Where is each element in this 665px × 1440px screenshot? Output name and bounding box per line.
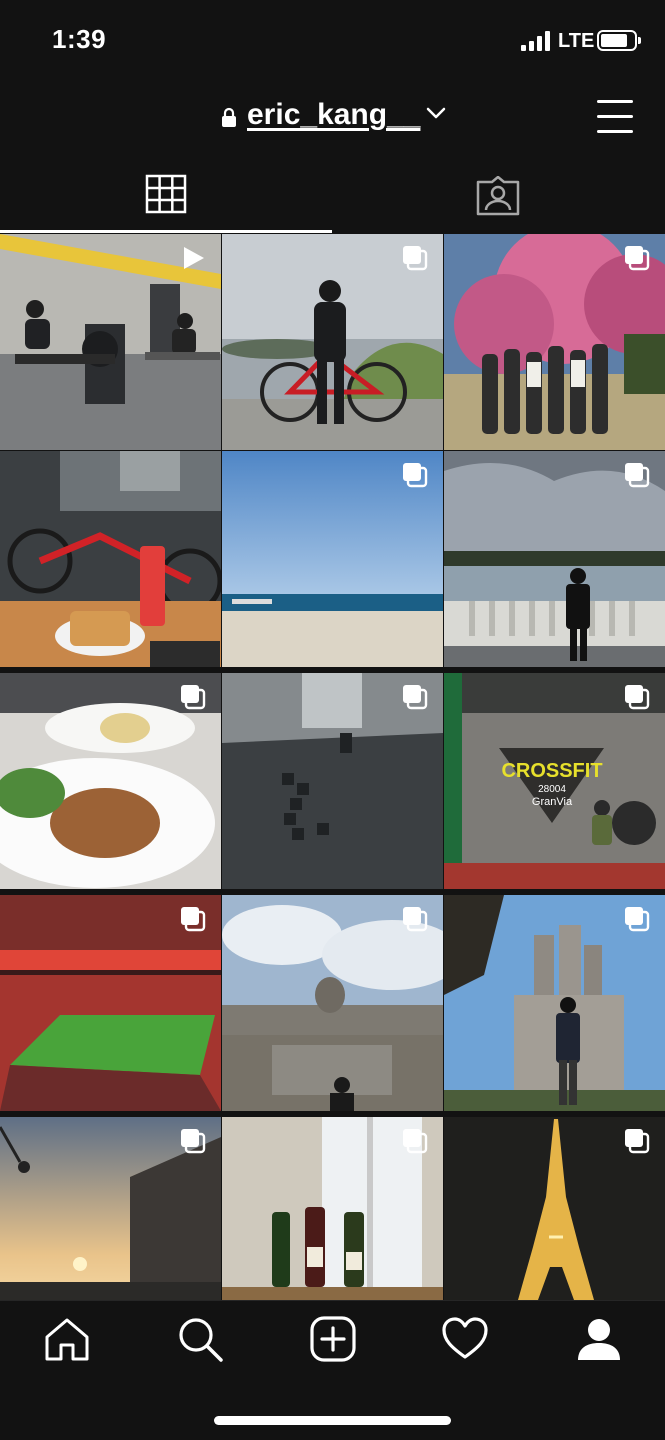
post-thumbnail[interactable] xyxy=(444,895,665,1111)
home-icon[interactable] xyxy=(43,1315,91,1363)
profile-tabs xyxy=(0,165,665,233)
carousel-icon xyxy=(181,685,206,710)
home-indicator xyxy=(214,1416,451,1425)
post-thumbnail[interactable] xyxy=(222,1117,443,1300)
carousel-icon xyxy=(403,1129,428,1154)
grid-icon[interactable] xyxy=(145,174,187,214)
carousel-icon xyxy=(403,463,428,488)
post-thumbnail[interactable] xyxy=(222,673,443,889)
post-thumbnail[interactable]: CROSSFIT 28004 GranVia xyxy=(444,673,665,889)
carousel-icon xyxy=(403,685,428,710)
plus-square-icon[interactable] xyxy=(309,1315,357,1363)
carousel-icon xyxy=(625,907,650,932)
carousel-icon xyxy=(625,1129,650,1154)
carousel-icon xyxy=(625,463,650,488)
profile-icon[interactable] xyxy=(575,1315,623,1363)
post-thumbnail[interactable] xyxy=(0,895,221,1111)
network-type: LTE xyxy=(558,30,595,52)
post-thumbnail[interactable] xyxy=(0,451,221,667)
chevron-down-icon[interactable] xyxy=(426,106,446,120)
status-time: 1:39 xyxy=(52,24,107,54)
lock-icon xyxy=(222,107,236,127)
carousel-icon xyxy=(625,685,650,710)
status-bar: 1:39 LTE xyxy=(0,0,665,80)
reel-icon xyxy=(184,247,204,269)
carousel-icon xyxy=(403,246,428,271)
hamburger-menu-icon[interactable] xyxy=(597,100,633,133)
search-icon[interactable] xyxy=(176,1315,224,1363)
battery-icon xyxy=(597,30,641,51)
heart-icon[interactable] xyxy=(441,1315,489,1363)
post-thumbnail[interactable] xyxy=(0,234,221,450)
post-thumbnail[interactable] xyxy=(222,234,443,450)
signal-icon xyxy=(521,31,553,51)
active-tab-indicator xyxy=(0,230,332,233)
username-switcher[interactable]: eric_kang__ xyxy=(247,98,420,132)
crossfit-location-text: GranVia xyxy=(532,796,573,808)
carousel-icon xyxy=(403,907,428,932)
tagged-person-icon[interactable] xyxy=(476,176,520,216)
post-thumbnail[interactable] xyxy=(0,673,221,889)
post-thumbnail[interactable] xyxy=(222,451,443,667)
carousel-icon xyxy=(625,246,650,271)
post-thumbnail[interactable] xyxy=(444,451,665,667)
crossfit-number-text: 28004 xyxy=(538,784,566,795)
post-thumbnail[interactable] xyxy=(222,895,443,1111)
post-image xyxy=(0,451,221,667)
post-thumbnail[interactable] xyxy=(444,234,665,450)
post-thumbnail[interactable] xyxy=(444,1117,665,1300)
post-thumbnail[interactable] xyxy=(0,1117,221,1300)
crossfit-sign-text: CROSSFIT xyxy=(501,760,602,782)
carousel-icon xyxy=(181,1129,206,1154)
carousel-icon xyxy=(181,907,206,932)
